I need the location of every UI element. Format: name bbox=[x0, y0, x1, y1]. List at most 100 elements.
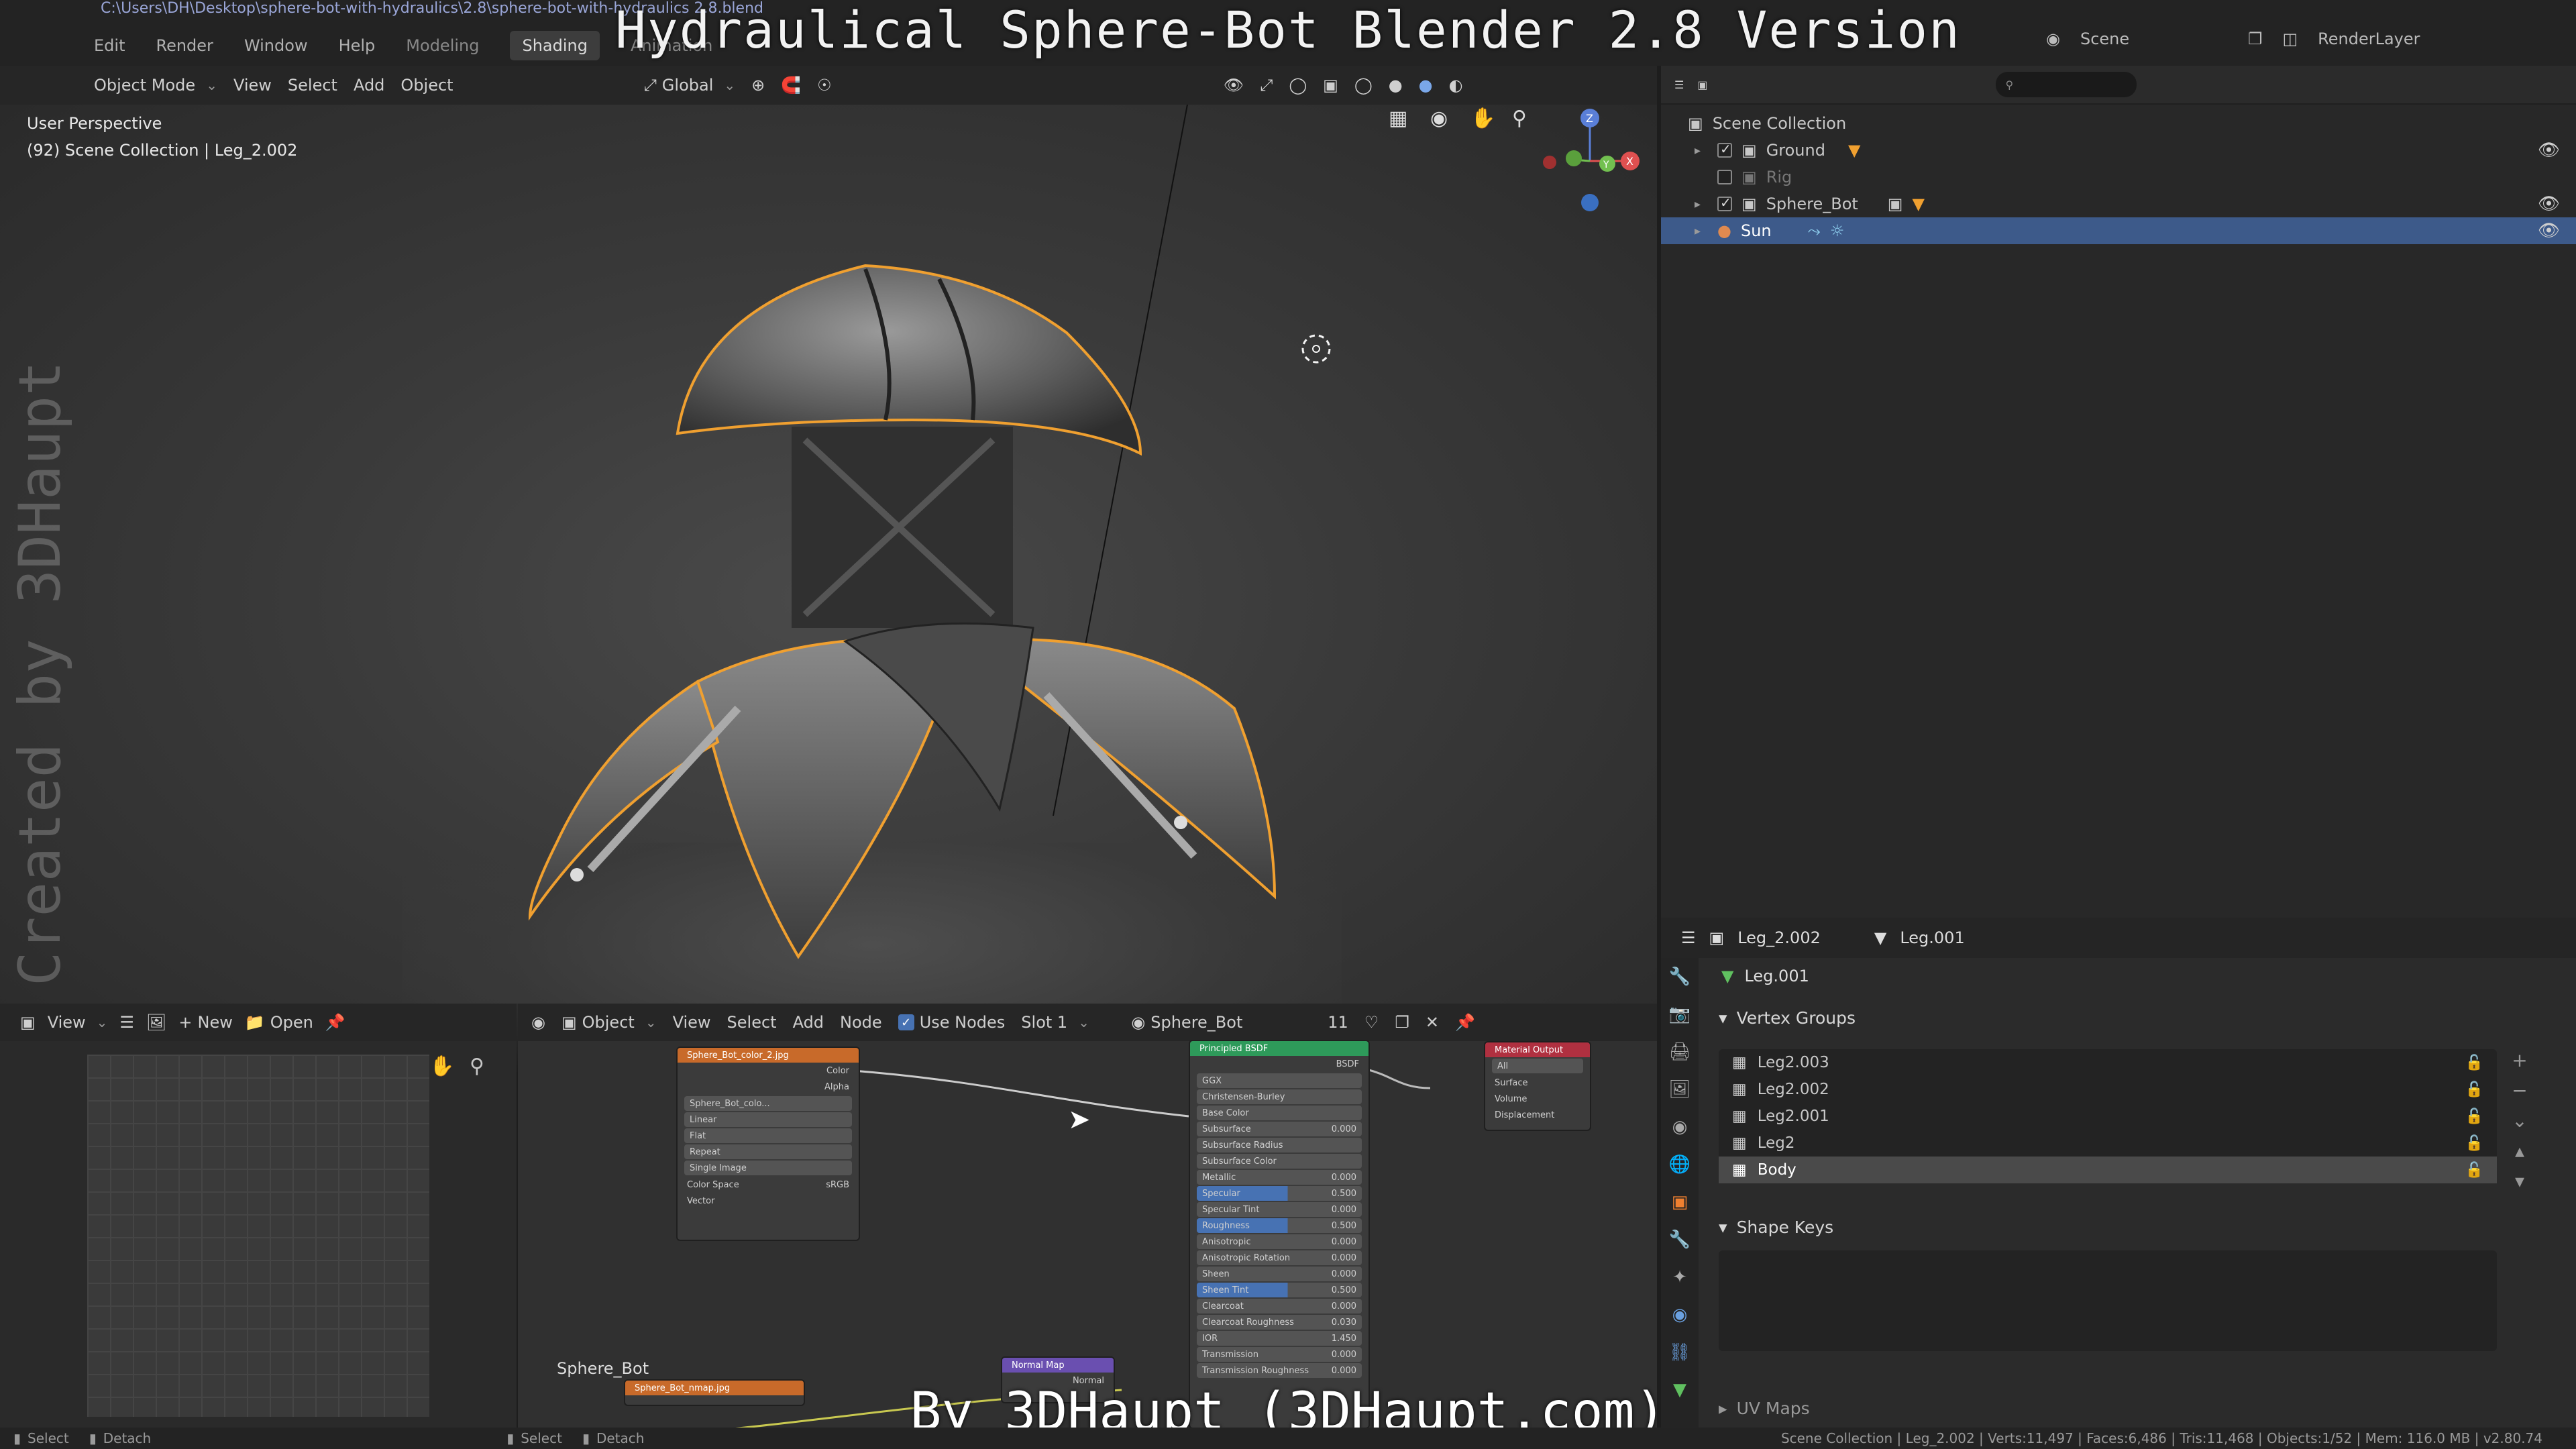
duplicate-icon[interactable]: ❐ bbox=[1395, 1013, 1409, 1032]
unlink-icon[interactable]: ✕ bbox=[1426, 1013, 1439, 1032]
camera-view-icon[interactable]: ◉ bbox=[1430, 107, 1448, 130]
mesh-name[interactable]: Leg.001 bbox=[1900, 928, 1964, 947]
lock-icon[interactable]: 🔓 bbox=[2465, 1055, 2483, 1071]
zoom-icon[interactable]: ⚲ bbox=[1512, 107, 1527, 130]
image-canvas[interactable] bbox=[87, 1055, 429, 1417]
image-texture-node[interactable]: Sphere_Bot_color_2.jpg Color Alpha Spher… bbox=[676, 1046, 860, 1241]
material-output-node[interactable]: Material Output All Surface Volume Displ… bbox=[1484, 1041, 1591, 1131]
object-name[interactable]: Leg_2.002 bbox=[1737, 928, 1821, 947]
image-datablock[interactable]: Sphere_Bot_colo... bbox=[684, 1096, 852, 1111]
bsdf-input-field[interactable]: IOR 1.450 bbox=[1197, 1331, 1362, 1346]
overlay-toggle-icon[interactable]: ◯ bbox=[1289, 76, 1307, 95]
bsdf-input-field[interactable]: Subsurface Radius bbox=[1197, 1138, 1362, 1152]
target-select[interactable]: All bbox=[1492, 1059, 1583, 1073]
scene-tab-icon[interactable]: ◉ bbox=[1661, 1108, 1699, 1146]
3d-cursor-icon[interactable] bbox=[1301, 334, 1331, 364]
node-menu-add[interactable]: Add bbox=[793, 1013, 824, 1032]
bsdf-input-field[interactable]: Anisotropic 0.000 bbox=[1197, 1234, 1362, 1249]
shape-key-list[interactable] bbox=[1719, 1250, 2497, 1351]
image-icon[interactable]: 🖼 bbox=[146, 1013, 166, 1032]
pivot-icon[interactable]: ⊕ bbox=[751, 76, 765, 95]
shading-solid-icon[interactable]: ● bbox=[1389, 76, 1403, 95]
proportional-edit-icon[interactable]: ☉ bbox=[817, 76, 832, 95]
output-tab-icon[interactable]: 🖨 bbox=[1661, 1033, 1699, 1071]
shape-keys-panel-header[interactable]: ▾ Shape Keys bbox=[1708, 1210, 2569, 1244]
pin-icon[interactable]: 📌 bbox=[1455, 1013, 1475, 1032]
gizmo-toggle-icon[interactable]: ⤢ bbox=[1260, 76, 1273, 95]
list-item[interactable]: ▦ Body 🔓 bbox=[1719, 1157, 2497, 1183]
node-menu-select[interactable]: Select bbox=[727, 1013, 777, 1032]
viewport-menu-object[interactable]: Object bbox=[400, 76, 453, 95]
vertex-groups-panel-header[interactable]: ▾ Vertex Groups bbox=[1708, 1001, 2569, 1034]
projection-select[interactable]: Flat bbox=[684, 1128, 852, 1143]
outliner-item-sphere-bot[interactable]: ▸ ▣ Sphere_Bot ▣ ▼ 👁 bbox=[1661, 191, 2576, 217]
bsdf-input-field[interactable]: Sheen 0.000 bbox=[1197, 1267, 1362, 1281]
specials-menu-button[interactable]: ⌄ bbox=[2512, 1110, 2527, 1132]
shading-material-icon[interactable]: ● bbox=[1419, 76, 1433, 95]
expand-icon[interactable]: ▸ bbox=[1695, 144, 1708, 158]
list-item[interactable]: ▦ Leg2.001 🔓 bbox=[1719, 1103, 2497, 1130]
outliner-search[interactable]: ⚲ bbox=[1996, 72, 2137, 97]
hamburger-icon[interactable]: ☰ bbox=[119, 1013, 134, 1032]
snap-icon[interactable]: 🧲 bbox=[781, 76, 801, 95]
node-menu-view[interactable]: View bbox=[673, 1013, 711, 1032]
lock-icon[interactable]: 🔓 bbox=[2465, 1162, 2483, 1179]
expand-icon[interactable]: ▸ bbox=[1695, 224, 1708, 238]
node-menu-node[interactable]: Node bbox=[840, 1013, 882, 1032]
visibility-eye-icon[interactable]: 👁 bbox=[2538, 140, 2560, 160]
lock-icon[interactable]: 🔓 bbox=[2465, 1081, 2483, 1098]
bsdf-input-field[interactable]: Subsurface Color bbox=[1197, 1154, 1362, 1169]
open-image-button[interactable]: 📁 Open bbox=[245, 1013, 313, 1032]
display-mode-icon[interactable]: ▣ bbox=[1697, 78, 1707, 91]
move-down-button[interactable]: ▾ bbox=[2515, 1170, 2524, 1192]
particles-tab-icon[interactable]: ✦ bbox=[1661, 1258, 1699, 1296]
visibility-icon[interactable]: 👁 bbox=[1224, 76, 1244, 95]
outliner-root[interactable]: ▣ Scene Collection bbox=[1661, 110, 2576, 137]
viewport-menu-add[interactable]: Add bbox=[354, 76, 384, 95]
pan-hand-icon[interactable]: ✋ bbox=[1470, 106, 1495, 130]
list-item[interactable]: ▦ Leg2 🔓 bbox=[1719, 1130, 2497, 1157]
visibility-eye-icon[interactable]: 👁 bbox=[2538, 194, 2560, 214]
lock-icon[interactable]: 🔓 bbox=[2465, 1135, 2483, 1152]
tool-tab-icon[interactable]: 🔧 bbox=[1661, 958, 1699, 996]
physics-tab-icon[interactable]: ◉ bbox=[1661, 1296, 1699, 1334]
socket-surface[interactable]: Surface bbox=[1485, 1075, 1590, 1091]
new-image-button[interactable]: + New bbox=[178, 1013, 232, 1032]
outliner-item-ground[interactable]: ▸ ▣ Ground ▼ 👁 bbox=[1661, 137, 2576, 164]
bsdf-input-field[interactable]: Subsurface 0.000 bbox=[1197, 1122, 1362, 1136]
lock-icon[interactable]: 🔓 bbox=[2465, 1108, 2483, 1125]
properties-editor-icon[interactable]: ☰ bbox=[1681, 928, 1696, 947]
outliner-item-rig[interactable]: ▣ Rig bbox=[1661, 164, 2576, 191]
principled-bsdf-node[interactable]: Principled BSDF BSDF GGX Christensen-Bur… bbox=[1189, 1040, 1370, 1429]
bsdf-input-field[interactable]: Sheen Tint 0.500 bbox=[1197, 1283, 1362, 1297]
list-item[interactable]: ▦ Leg2.003 🔓 bbox=[1719, 1049, 2497, 1076]
mesh-datablock[interactable]: ▼ Leg.001 bbox=[1701, 958, 2576, 994]
outliner-item-sun[interactable]: ▸ ● Sun ⤳ ☼ 👁 bbox=[1661, 217, 2576, 244]
node-editor-icon[interactable]: ◉ bbox=[531, 1013, 545, 1032]
expand-icon[interactable]: ▸ bbox=[1695, 197, 1708, 211]
render-tab-icon[interactable]: 📷 bbox=[1661, 996, 1699, 1033]
source-select[interactable]: Single Image bbox=[684, 1161, 852, 1175]
subsurface-method-select[interactable]: Christensen-Burley bbox=[1197, 1089, 1362, 1104]
interpolation-select[interactable]: Linear bbox=[684, 1112, 852, 1127]
bsdf-input-field[interactable]: Anisotropic Rotation 0.000 bbox=[1197, 1250, 1362, 1265]
socket-alpha[interactable]: Alpha bbox=[678, 1079, 859, 1095]
bsdf-input-field[interactable]: Roughness 0.500 bbox=[1197, 1218, 1362, 1233]
object-tab-icon[interactable]: ▣ bbox=[1661, 1183, 1699, 1221]
modifier-tab-icon[interactable]: 🔧 bbox=[1661, 1221, 1699, 1258]
exclude-checkbox[interactable] bbox=[1717, 195, 1732, 211]
xray-icon[interactable]: ▣ bbox=[1323, 76, 1338, 95]
fake-user-icon[interactable]: ♡ bbox=[1364, 1013, 1379, 1032]
outliner-editor-icon[interactable]: ☰ bbox=[1674, 78, 1684, 91]
exclude-checkbox[interactable] bbox=[1717, 141, 1732, 158]
material-selector[interactable]: ◉ Sphere_Bot bbox=[1131, 1013, 1311, 1032]
image-editor-icon[interactable]: ▣ bbox=[20, 1013, 36, 1032]
visibility-eye-icon[interactable]: 👁 bbox=[2538, 221, 2560, 241]
pan-hand-icon[interactable]: ✋ bbox=[429, 1055, 454, 1078]
vertex-group-list[interactable]: ▦ Leg2.003 🔓 ▦ Leg2.002 🔓 ▦ Leg2.001 🔓 ▦ Leg2 🔓 … bbox=[1719, 1049, 2497, 1183]
toggle-grid-icon[interactable]: ▦ bbox=[1389, 107, 1407, 130]
shader-type-select[interactable]: ▣ Object bbox=[561, 1013, 657, 1032]
socket-volume[interactable]: Volume bbox=[1485, 1091, 1590, 1107]
bsdf-input-field[interactable]: Clearcoat Roughness 0.030 bbox=[1197, 1315, 1362, 1330]
world-tab-icon[interactable]: 🌐 bbox=[1661, 1146, 1699, 1183]
